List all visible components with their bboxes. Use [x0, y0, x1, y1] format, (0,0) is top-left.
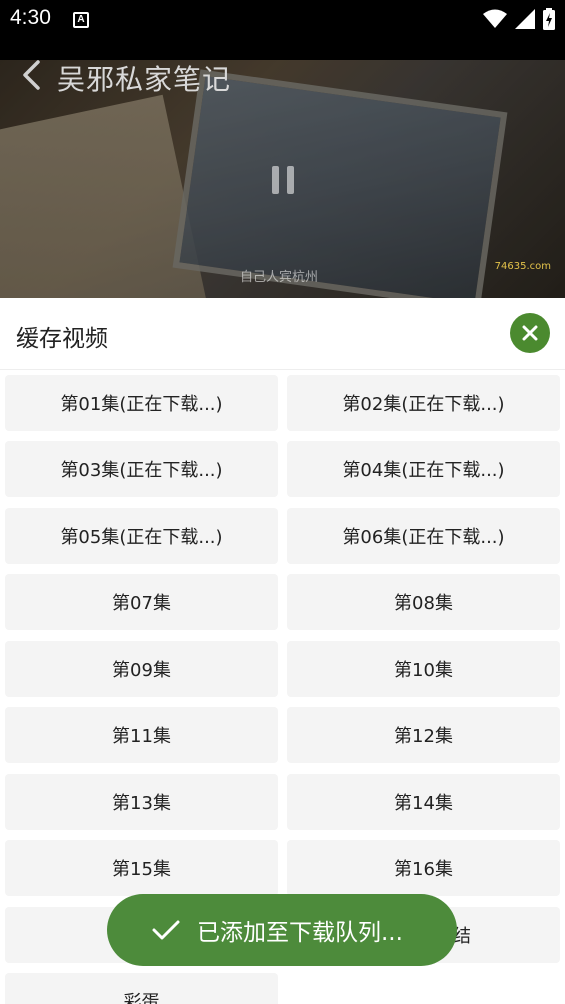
status-bar: 4:30 A: [0, 0, 565, 60]
signal-icon: [515, 9, 535, 29]
episode-button[interactable]: 第06集(正在下载...): [287, 508, 560, 564]
video-player[interactable]: 吴邪私家笔记 自己人宾杭州 74635.com: [0, 60, 565, 298]
pause-icon[interactable]: [272, 166, 294, 196]
sheet-title: 缓存视频: [16, 326, 108, 352]
wifi-icon: [483, 9, 507, 28]
cache-sheet-header: 缓存视频: [0, 298, 565, 370]
check-icon: [152, 920, 180, 940]
episode-button[interactable]: 第12集: [287, 707, 560, 763]
episode-button[interactable]: 第14集: [287, 774, 560, 830]
episode-button[interactable]: 第13集: [5, 774, 278, 830]
episode-button[interactable]: 第04集(正在下载...): [287, 441, 560, 497]
notification-icon: A: [73, 12, 89, 28]
close-button[interactable]: [510, 313, 550, 353]
episode-button[interactable]: 第05集(正在下载...): [5, 508, 278, 564]
battery-icon: [543, 8, 555, 30]
episode-button[interactable]: 第09集: [5, 641, 278, 697]
toast-message: 已添加至下载队列...: [107, 894, 457, 966]
episode-button[interactable]: 第08集: [287, 574, 560, 630]
back-arrow-icon[interactable]: [20, 60, 44, 90]
video-watermark: 74635.com: [494, 261, 551, 272]
episode-button[interactable]: 第11集: [5, 707, 278, 763]
episode-button[interactable]: 第10集: [287, 641, 560, 697]
status-icons: [483, 8, 555, 30]
episode-button[interactable]: 第15集: [5, 840, 278, 896]
episode-button[interactable]: 第01集(正在下载...): [5, 375, 278, 431]
video-subtitle: 自己人宾杭州: [240, 270, 319, 285]
episode-button[interactable]: 第03集(正在下载...): [5, 441, 278, 497]
episode-button[interactable]: 第07集: [5, 574, 278, 630]
episode-button[interactable]: 第16集: [287, 840, 560, 896]
status-time: 4:30: [10, 6, 51, 29]
toast-text: 已添加至下载队列...: [197, 920, 403, 946]
video-title: 吴邪私家笔记: [57, 63, 232, 96]
close-icon: [522, 325, 538, 341]
episode-button[interactable]: 第02集(正在下载...): [287, 375, 560, 431]
episode-button-bonus[interactable]: 彩蛋: [5, 973, 278, 1004]
